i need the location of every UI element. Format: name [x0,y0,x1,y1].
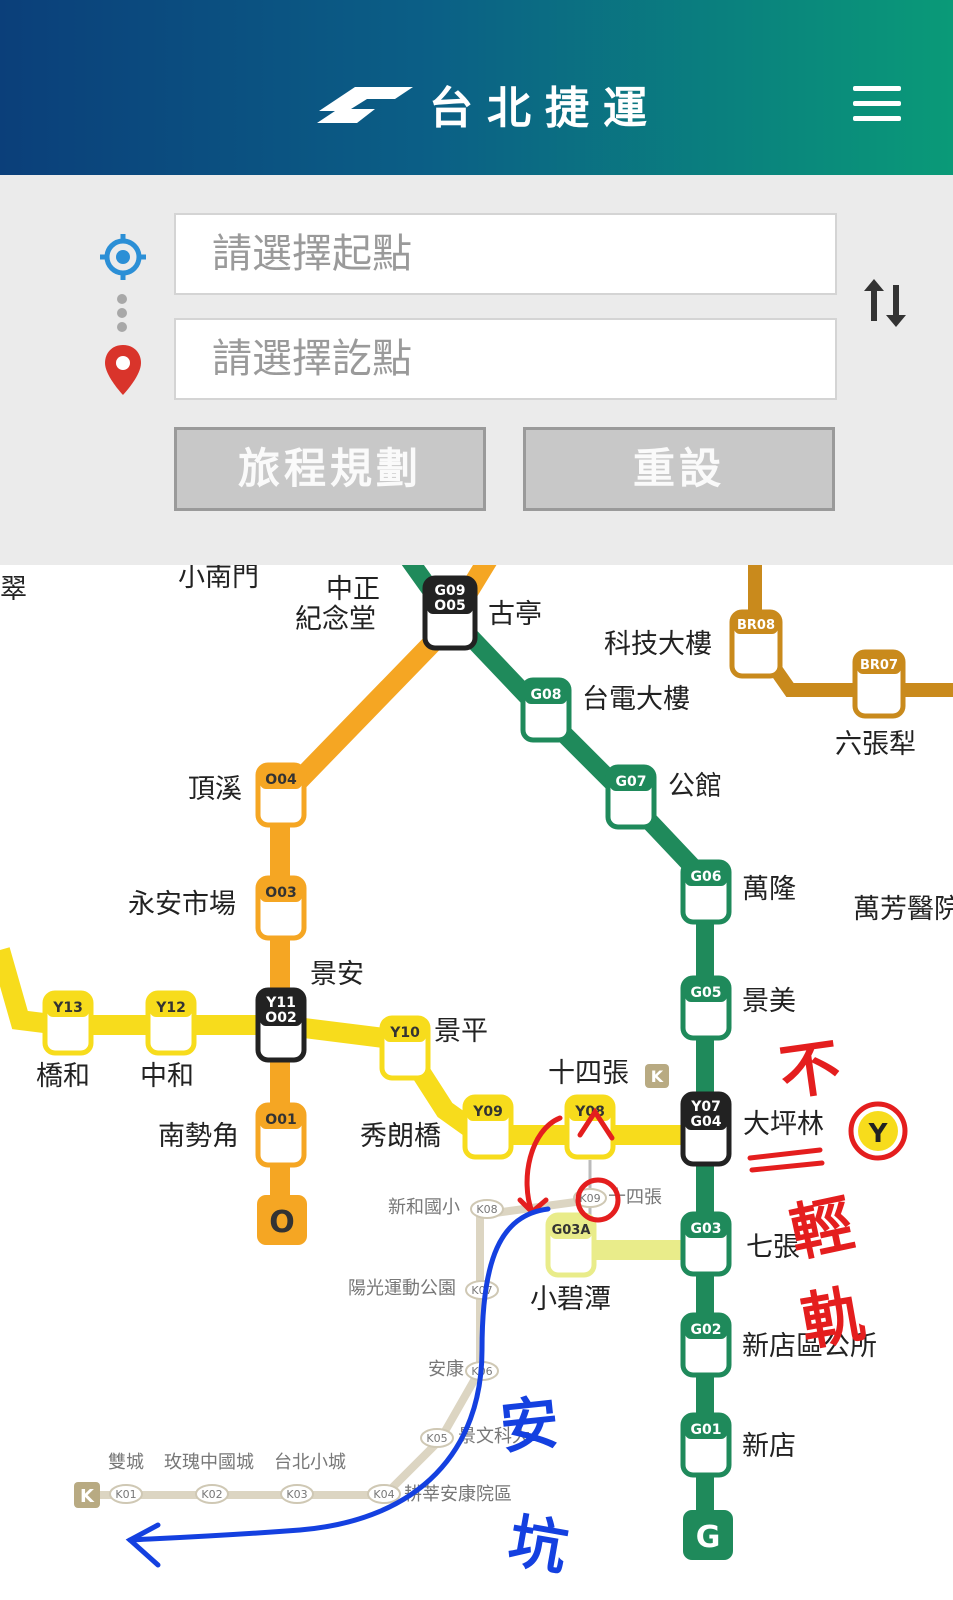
station-code: O05 [434,598,465,614]
station-name: 十四張 [548,1058,629,1089]
station-code: K05 [426,1432,447,1445]
red-note-no: 不 [775,1032,844,1110]
svg-text:K: K [651,1067,664,1086]
station-name: 南勢角 [158,1121,239,1152]
station-code: G01 [691,1422,722,1438]
station-name: 景安 [310,959,364,990]
svg-text:O: O [269,1205,295,1240]
station-code: K03 [286,1488,307,1501]
station-code: G06 [691,869,722,885]
app-header: 台北捷運 [0,0,953,175]
station-code: K02 [201,1488,222,1501]
station-code: Y07 [690,1099,721,1115]
station-code: BR08 [737,618,775,633]
svg-text:安康: 安康 [428,1359,464,1380]
station-name: 橋和 [36,1061,90,1092]
swap-arrows-icon[interactable] [862,275,908,331]
blue-handwriting [125,1206,551,1568]
station-name: 翠 [0,574,27,605]
svg-text:新和國小: 新和國小 [388,1197,460,1218]
station-name: 紀念堂 [295,604,376,635]
station-code: G07 [616,774,647,790]
station-code: G03 [691,1221,722,1237]
station-name: 中和 [140,1061,194,1092]
svg-text:陽光運動公園: 陽光運動公園 [348,1278,456,1299]
map-pin-icon [105,345,141,395]
station-name: 小南門 [178,565,259,593]
location-target-icon [100,234,146,280]
end-station-input[interactable]: 請選擇訖點 [174,318,837,400]
station-code: K04 [373,1488,394,1501]
station-code: G05 [691,985,722,1001]
start-station-input[interactable]: 請選擇起點 [174,213,837,295]
station-code: K07 [471,1284,492,1297]
station-name: 永安市場 [128,889,236,920]
station-code: Y12 [155,1000,186,1016]
station-code: G04 [691,1114,722,1130]
station-code: K08 [476,1203,497,1216]
station-name: 秀朗橋 [360,1121,441,1152]
station-code: O02 [265,1010,296,1026]
station-code: O04 [265,772,297,788]
svg-text:雙城: 雙城 [108,1452,144,1473]
svg-text:Y: Y [868,1119,889,1149]
station-code: Y11 [265,995,296,1011]
red-note-light-rail-2: 軌 [796,1277,870,1360]
svg-text:K: K [80,1486,95,1507]
station-name: 台電大樓 [582,684,690,715]
station-name: 中正 [326,574,380,605]
station-code: BR07 [860,658,898,673]
svg-text:G: G [696,1520,721,1555]
station-name: 新店 [742,1431,796,1462]
reset-button[interactable]: 重設 [523,427,835,511]
blue-note-ankeng-1: 安 [497,1388,562,1462]
metro-logo-icon [317,87,413,123]
blue-note-ankeng-2: 坑 [504,1506,573,1583]
station-name: 萬隆 [742,874,796,905]
station-code: G03A [552,1223,591,1238]
station-name: 萬芳醫院 [853,894,953,925]
station-name: 小碧潭 [530,1284,611,1315]
app-title: 台北捷運 [429,83,661,134]
plan-trip-button[interactable]: 旅程規劃 [174,427,486,511]
station-name: 科技大樓 [604,629,712,660]
station-name: 景平 [434,1016,488,1047]
svg-text:玫瑰中國城: 玫瑰中國城 [164,1452,254,1473]
svg-text:台北小城: 台北小城 [274,1452,346,1473]
station-code: G09 [435,583,466,599]
hamburger-menu-icon[interactable] [853,86,901,126]
station-code: Y10 [389,1025,420,1041]
station-code: O03 [265,885,296,901]
station-name: 古亭 [488,599,542,630]
station-code: G08 [531,687,562,703]
station-name: 大坪林 [743,1109,824,1140]
station-code: G02 [691,1322,722,1338]
station-name: 頂溪 [188,774,242,805]
station-code: Y09 [472,1104,503,1120]
station-code: K01 [115,1488,136,1501]
station-name: 六張犁 [835,729,916,760]
station-name: 公館 [668,771,722,802]
brand[interactable]: 台北捷運 [315,74,661,134]
station-code: Y13 [52,1000,83,1016]
station-code: O01 [265,1112,296,1128]
station-code: K09 [579,1192,600,1205]
metro-map[interactable]: G09 O05 G08 G07 G06 G05 Y07 G04 G03 G02 … [0,565,953,1600]
station-name: 景美 [742,986,796,1017]
route-dots-icon [117,294,127,332]
